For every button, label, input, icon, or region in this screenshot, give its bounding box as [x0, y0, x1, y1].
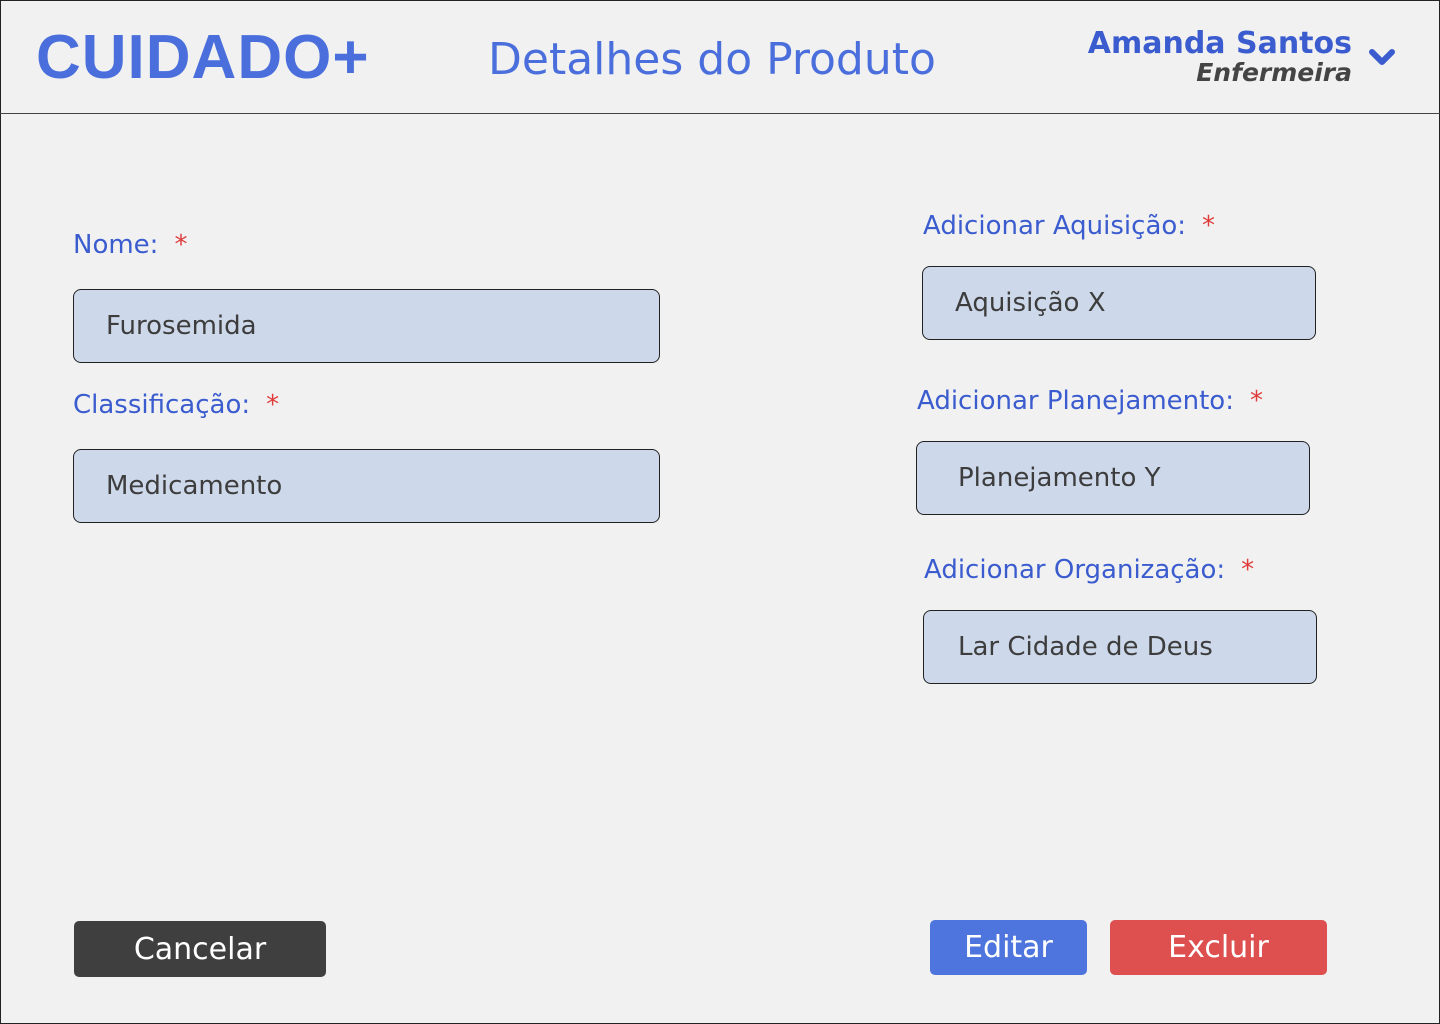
page-title: Detalhes do Produto: [488, 34, 936, 85]
app-logo[interactable]: CUIDADO+: [36, 22, 370, 93]
required-marker: *: [1241, 555, 1255, 585]
cancel-button[interactable]: Cancelar: [74, 921, 326, 977]
aquisicao-label-text: Adicionar Aquisição:: [923, 211, 1187, 241]
nome-field[interactable]: Furosemida: [73, 289, 660, 363]
aquisicao-value: Aquisição X: [955, 288, 1106, 318]
required-marker: *: [174, 230, 188, 260]
planejamento-value: Planejamento Y: [958, 463, 1161, 493]
header-divider: [0, 113, 1440, 114]
delete-button[interactable]: Excluir: [1110, 920, 1327, 975]
nome-label: Nome: *: [73, 230, 187, 260]
chevron-down-icon[interactable]: [1368, 46, 1396, 68]
classificacao-label-text: Classificação:: [73, 390, 251, 420]
organizacao-value: Lar Cidade de Deus: [958, 632, 1213, 662]
organizacao-label-text: Adicionar Organização:: [924, 555, 1226, 585]
user-name[interactable]: Amanda Santos: [1088, 26, 1352, 61]
nome-label-text: Nome:: [73, 230, 159, 260]
aquisicao-label: Adicionar Aquisição: *: [923, 211, 1215, 241]
aquisicao-field[interactable]: Aquisição X: [922, 266, 1316, 340]
classificacao-field[interactable]: Medicamento: [73, 449, 660, 523]
organizacao-label: Adicionar Organização: *: [924, 555, 1254, 585]
user-role: Enfermeira: [1196, 58, 1352, 87]
planejamento-label: Adicionar Planejamento: *: [917, 386, 1263, 416]
required-marker: *: [1202, 211, 1216, 241]
edit-button[interactable]: Editar: [930, 920, 1087, 975]
nome-value: Furosemida: [106, 311, 257, 341]
required-marker: *: [266, 390, 280, 420]
classificacao-label: Classificação: *: [73, 390, 279, 420]
required-marker: *: [1249, 386, 1263, 416]
planejamento-label-text: Adicionar Planejamento:: [917, 386, 1234, 416]
planejamento-field[interactable]: Planejamento Y: [916, 441, 1310, 515]
organizacao-field[interactable]: Lar Cidade de Deus: [923, 610, 1317, 684]
classificacao-value: Medicamento: [106, 471, 283, 501]
